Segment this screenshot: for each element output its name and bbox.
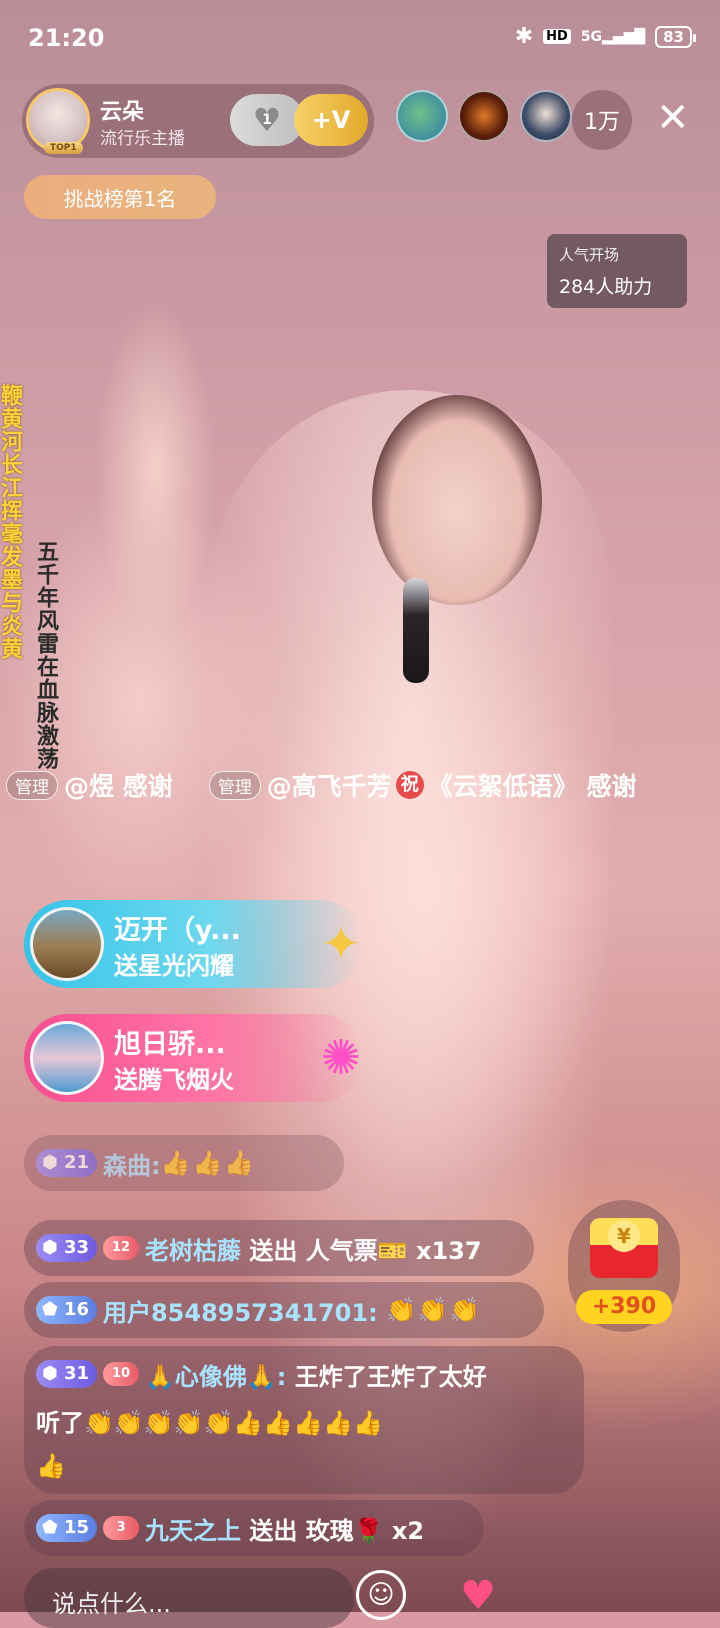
treasure-chest-button[interactable]: ¥ +390 (568, 1200, 680, 1332)
gift-sender-name: 旭日骄... (114, 1029, 226, 1060)
ticker-text: 《云絮低语》 感谢 (427, 772, 637, 801)
treasure-amount: +390 (576, 1290, 672, 1324)
level-number: 16 (63, 1299, 89, 1320)
popularity-title: 人气开场 (559, 246, 620, 264)
top-viewers (396, 90, 572, 142)
firework-icon: ✺ (320, 1030, 362, 1086)
chat-text: 👏👏👏 (386, 1296, 482, 1324)
lyric-vertical-dark: 五千年风雷在血脉激荡 (33, 540, 58, 770)
smile-icon[interactable]: ☺ (356, 1570, 406, 1620)
signal-icon: 5G▂▄▆█ (580, 28, 646, 45)
follow-heart-button[interactable]: ♥ 1 (230, 94, 304, 146)
status-bar: 21:20 ✱ HD 5G▂▄▆█ 83 (0, 0, 720, 76)
gift-action: 送腾飞烟火 (114, 1066, 234, 1094)
popularity-value: 284人助力 (559, 276, 653, 298)
chat-message[interactable]: ⬢ 33 12 老树枯藤 送出 人气票🎫 x137 (24, 1220, 534, 1276)
comment-placeholder: 说点什么... (52, 1590, 171, 1618)
chat-text: 👍👍👍 (160, 1149, 257, 1177)
chat-line: 👍 (36, 1452, 66, 1480)
admin-tag: 管理 (6, 770, 58, 800)
admin-tag: 管理 (208, 770, 261, 800)
chat-username[interactable]: 用户8548957341701: (103, 1293, 378, 1328)
level-number: 15 (63, 1517, 89, 1538)
host-name: 云朵 (100, 100, 145, 125)
gift-banner[interactable]: 迈开（y... 送星光闪耀 ✦ (24, 900, 364, 988)
level-badge: ⬟ 16 (36, 1296, 97, 1324)
vip-button[interactable]: +V (294, 94, 368, 146)
system-icons: ✱ HD 5G▂▄▆█ 83 (514, 24, 696, 49)
chat-username[interactable]: 老树枯藤 (145, 1231, 241, 1266)
coin-icon: ¥ (608, 1220, 640, 1252)
ticker-text: @煜 感谢 (64, 772, 173, 801)
chat-message[interactable]: ⬟ 16 用户8548957341701: 👏👏👏 (24, 1282, 544, 1338)
fan-badge: 12 (103, 1236, 140, 1260)
chat-line: ⬢ 31 10 🙏心像佛🙏: 王炸了王炸了太好 (36, 1352, 570, 1396)
gift-sender-name: 迈开（y... (114, 915, 241, 946)
level-badge: ⬟ 15 (36, 1514, 97, 1542)
microphone (403, 578, 429, 683)
singer-head (372, 395, 542, 605)
host-subtitle: 流行乐主播 (100, 129, 185, 149)
gift-sender-avatar[interactable] (30, 1021, 104, 1095)
chat-text: 送出 玫瑰🌹 x2 (249, 1516, 425, 1545)
hd-icon: HD (543, 29, 571, 44)
rank-badge[interactable]: 挑战榜第1名 (24, 175, 216, 219)
wish-icon: 祝 (395, 771, 424, 799)
popularity-card[interactable]: 人气开场 284人助力 (547, 234, 687, 308)
battery-icon: 83 (655, 25, 696, 48)
level-badge: ⬢ 31 (36, 1360, 98, 1388)
fan-badge: 10 (103, 1362, 140, 1386)
singer-arm (95, 300, 215, 640)
viewer-count-button[interactable]: 1万 (572, 90, 632, 150)
chat-text: 送出 人气票🎫 x137 (249, 1236, 482, 1265)
level-badge: ⬢ 21 (36, 1149, 98, 1177)
level-number: 21 (63, 1152, 90, 1173)
heart-count: 1 (262, 112, 272, 128)
chat-line: 听了👏👏👏👏👏👍👍👍👍👍 (36, 1408, 383, 1437)
level-number: 33 (63, 1237, 90, 1258)
chat-message[interactable]: ⬢ 21 森曲: 👍👍👍 (24, 1135, 344, 1191)
close-icon[interactable]: ✕ (656, 98, 690, 138)
viewer-avatar[interactable] (396, 90, 448, 142)
chat-username[interactable]: 🙏心像佛🙏: (145, 1357, 286, 1392)
gift-banner[interactable]: 旭日骄... 送腾飞烟火 ✺ (24, 1014, 364, 1102)
lyric-vertical-yellow: 鞭黄河长江挥毫发墨与炎黄 (0, 384, 22, 660)
host-panel[interactable]: TOP1 云朵 流行乐主播 ♥ 1 +V (22, 84, 374, 158)
announcement-ticker: 管理 @煜 感谢 管理 @高飞千芳 祝 《云絮低语》 感谢 (0, 763, 720, 807)
heart-icon[interactable]: ♥ (452, 1572, 504, 1620)
bluetooth-icon: ✱ (514, 24, 534, 49)
top1-badge: TOP1 (44, 142, 83, 154)
wand-icon: ✦ (320, 916, 362, 972)
chat-username[interactable]: 森曲: (103, 1146, 161, 1181)
chat-text: 王炸了王炸了太好 (294, 1362, 487, 1391)
level-badge: ⬢ 33 (36, 1234, 98, 1262)
chat-username[interactable]: 九天之上 (145, 1511, 241, 1546)
network-type: 5G (580, 28, 603, 45)
gift-sender-avatar[interactable] (30, 907, 104, 981)
status-time: 21:20 (28, 24, 105, 52)
comment-input[interactable]: 说点什么... (24, 1568, 354, 1628)
viewer-avatar[interactable] (458, 90, 510, 142)
chat-message[interactable]: ⬢ 31 10 🙏心像佛🙏: 王炸了王炸了太好 听了👏👏👏👏👏👍👍👍👍👍 👍 (24, 1346, 584, 1494)
chat-message[interactable]: ⬟ 15 3 九天之上 送出 玫瑰🌹 x2 (24, 1500, 484, 1556)
gift-action: 送星光闪耀 (114, 952, 234, 980)
viewer-avatar[interactable] (520, 90, 572, 142)
level-number: 31 (63, 1363, 90, 1384)
fan-badge: 3 (102, 1516, 139, 1540)
ticker-text: @高飞千芳 (266, 772, 392, 801)
